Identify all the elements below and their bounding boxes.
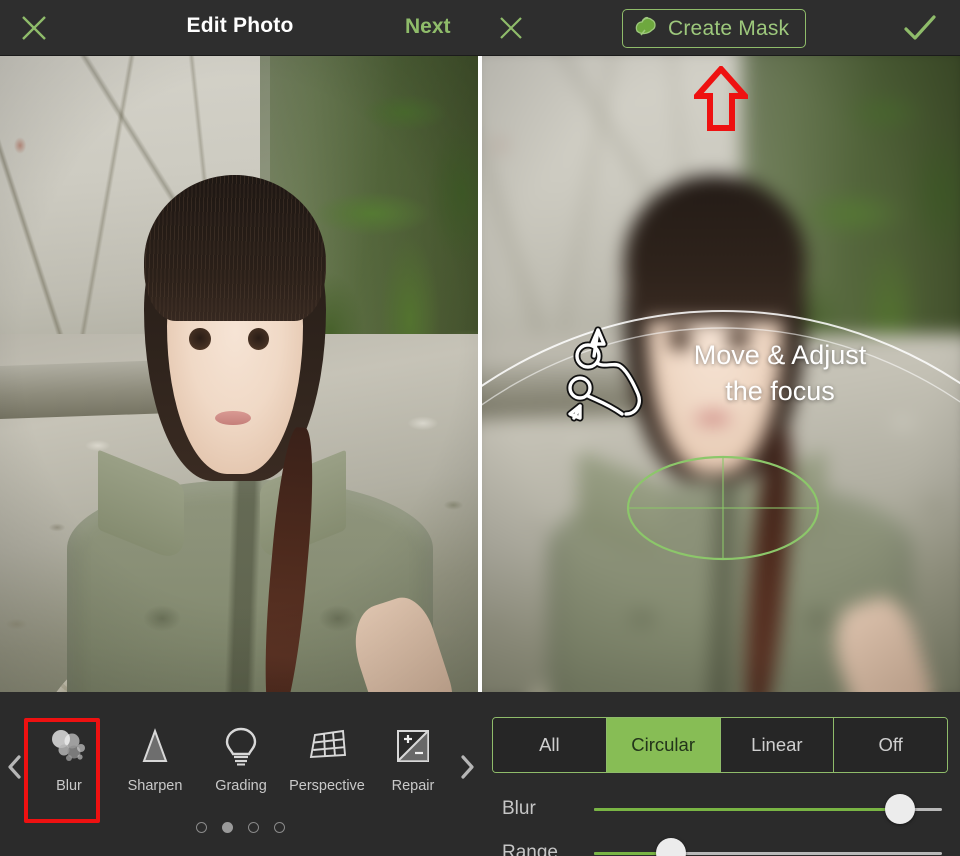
blur-slider-label: Blur [502, 798, 536, 820]
chevron-right-icon[interactable] [454, 750, 480, 784]
blur-slider-track[interactable] [594, 808, 942, 811]
photo-editor-screen: Edit Photo Next Create Mask [0, 0, 960, 856]
tool-repair-label: Repair [392, 778, 435, 794]
create-mask-button[interactable]: Create Mask [622, 9, 806, 48]
selected-tool-highlight-box [24, 718, 100, 823]
tool-perspective[interactable]: Perspective [284, 710, 370, 794]
check-icon[interactable] [898, 9, 942, 47]
close-mid-icon[interactable] [492, 9, 530, 47]
segment-circular[interactable]: Circular [607, 718, 721, 772]
blur-slider-row: Blur [480, 786, 960, 832]
blurred-preview-pane[interactable]: Move & Adjust the focus [480, 56, 960, 692]
tool-grading[interactable]: Grading [198, 710, 284, 794]
create-mask-label: Create Mask [668, 17, 789, 41]
blur-slider-knob[interactable] [885, 794, 915, 824]
sharpen-triangle-icon [133, 724, 177, 768]
top-app-bar: Edit Photo Next Create Mask [0, 0, 960, 56]
lightbulb-icon [219, 724, 263, 768]
range-slider-knob[interactable] [656, 838, 686, 856]
original-photo-pane[interactable] [0, 56, 480, 692]
range-slider-track[interactable] [594, 852, 942, 855]
page-dot[interactable] [274, 822, 285, 833]
range-slider-row: Range [480, 830, 960, 856]
red-arrow-annotation-icon [694, 66, 748, 137]
blur-mode-segmented-control[interactable]: All Circular Linear Off [492, 717, 948, 773]
preview-stage: Move & Adjust the focus [0, 56, 960, 692]
next-button[interactable]: Next [405, 15, 451, 39]
segment-all[interactable]: All [493, 718, 607, 772]
perspective-grid-icon [305, 724, 349, 768]
page-dot[interactable] [196, 822, 207, 833]
blurred-preview-photo [480, 56, 960, 692]
segment-linear[interactable]: Linear [721, 718, 835, 772]
page-dot-active[interactable] [222, 822, 233, 833]
tool-sharpen-label: Sharpen [128, 778, 183, 794]
blur-slider-fill [594, 808, 900, 811]
pane-divider [478, 56, 482, 692]
mask-hand-icon [633, 14, 659, 43]
segment-off[interactable]: Off [834, 718, 947, 772]
bottom-toolbar: Blur Sharpen [0, 692, 960, 856]
original-photo [0, 56, 480, 692]
tool-sharpen[interactable]: Sharpen [112, 710, 198, 794]
repair-plus-minus-icon [391, 724, 435, 768]
page-dots[interactable] [0, 822, 480, 833]
range-slider-label: Range [502, 842, 558, 856]
tool-repair[interactable]: Repair [370, 710, 456, 794]
blur-settings-panel: All Circular Linear Off Blur Range [480, 692, 960, 856]
tool-grading-label: Grading [215, 778, 267, 794]
page-dot[interactable] [248, 822, 259, 833]
tool-perspective-label: Perspective [289, 778, 365, 794]
tool-carousel: Blur Sharpen [0, 692, 480, 856]
